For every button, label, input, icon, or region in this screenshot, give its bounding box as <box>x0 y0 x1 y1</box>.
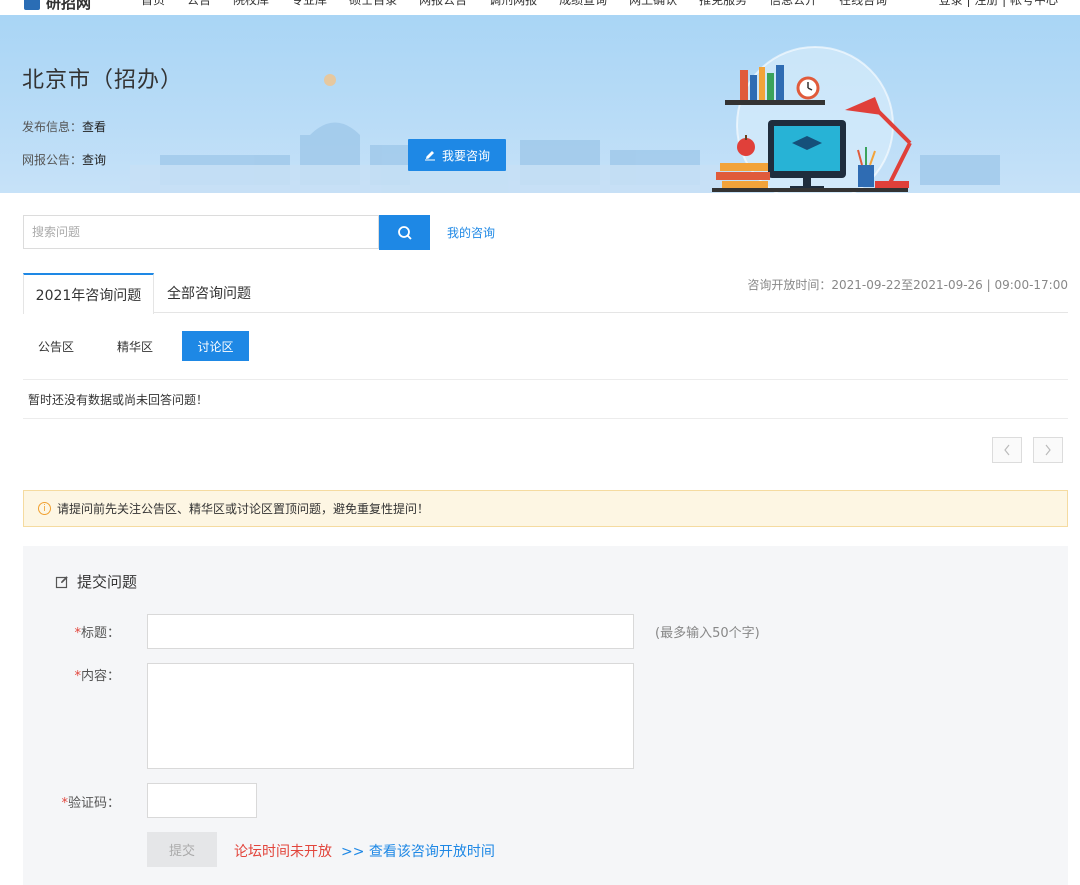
net-notice: 网报公告：查询 <box>22 151 106 168</box>
chevron-right-icon <box>1045 444 1051 456</box>
title-hint: (最多输入50个字) <box>655 626 760 641</box>
publish-info-link[interactable]: 查看 <box>82 120 106 134</box>
subtab-featured[interactable]: 精华区 <box>102 331 168 361</box>
page-title: 北京市（招办） <box>22 68 184 93</box>
next-page-button[interactable] <box>1033 437 1063 463</box>
search-input[interactable] <box>23 215 379 249</box>
nav-item[interactable]: 调剂网报 <box>478 0 548 8</box>
view-open-time-link[interactable]: >> 查看该咨询开放时间 <box>341 841 495 861</box>
nav-item[interactable]: 网报公告 <box>408 0 478 8</box>
content-label: *内容： <box>20 665 120 684</box>
consult-button-label: 我要咨询 <box>441 148 490 163</box>
nav-menu: 首页 公告 院校库 专业库 硕士目录 网报公告 调剂网报 成绩查询 网上确认 推… <box>130 0 898 8</box>
tab-all-questions[interactable]: 全部咨询问题 <box>154 273 264 313</box>
banner: 北京市（招办） 发布信息：查看 网报公告：查询 我要咨询 <box>0 15 1080 193</box>
nav-item[interactable]: 在线咨询 <box>828 0 898 8</box>
nav-item[interactable]: 硕士目录 <box>338 0 408 8</box>
subtab-discussion[interactable]: 讨论区 <box>182 331 249 361</box>
consult-button[interactable]: 我要咨询 <box>408 139 506 171</box>
edit-square-icon <box>55 575 68 588</box>
forum-closed-message: 论坛时间未开放 <box>234 844 332 860</box>
pencil-icon <box>424 151 435 161</box>
chevron-left-icon <box>1004 444 1010 456</box>
net-notice-link[interactable]: 查询 <box>82 153 106 167</box>
nav-item[interactable]: 推免服务 <box>688 0 758 8</box>
top-nav: 研招网 首页 公告 院校库 专业库 硕士目录 网报公告 调剂网报 成绩查询 网上… <box>0 0 1080 15</box>
banner-illustration <box>130 46 1000 193</box>
captcha-label-text: 验证码： <box>67 796 120 811</box>
empty-message: 暂时还没有数据或尚未回答问题！ <box>28 393 209 407</box>
search-icon <box>397 225 412 240</box>
captcha-field[interactable] <box>147 783 257 818</box>
info-circle-icon: i <box>38 502 51 515</box>
nav-item[interactable]: 院校库 <box>222 0 280 8</box>
title-label: *标题： <box>20 622 120 641</box>
notice-bar: i 请提问前先关注公告区、精华区或讨论区置顶问题，避免重复性提问！ <box>23 490 1068 527</box>
my-consult-link[interactable]: 我的咨询 <box>447 224 495 241</box>
prev-page-button[interactable] <box>992 437 1022 463</box>
submit-button[interactable]: 提交 <box>147 832 217 867</box>
publish-info-label: 发布信息： <box>22 120 83 134</box>
publish-info: 发布信息：查看 <box>22 118 106 135</box>
title-label-text: 标题： <box>80 626 120 641</box>
content-label-text: 内容： <box>80 669 120 684</box>
content-field[interactable] <box>147 663 634 769</box>
title-field[interactable] <box>147 614 634 649</box>
arrow-text: >> <box>341 844 365 860</box>
nav-item[interactable]: 公告 <box>176 0 222 8</box>
notice-text: 请提问前先关注公告区、精华区或讨论区置顶问题，避免重复性提问！ <box>57 502 430 516</box>
tab-2021-questions[interactable]: 2021年咨询问题 <box>23 273 154 314</box>
captcha-label: *验证码： <box>20 792 120 811</box>
form-title: 提交问题 <box>55 571 137 592</box>
open-time-text: 咨询开放时间：2021-09-22至2021-09-26 | 09:00-17:… <box>747 278 1068 292</box>
nav-item[interactable]: 信息公开 <box>758 0 828 8</box>
account-links[interactable]: 登录 | 注册 | 帐号中心 <box>939 0 1058 8</box>
search-button[interactable] <box>379 215 430 250</box>
subtab-announcements[interactable]: 公告区 <box>23 331 89 361</box>
nav-item[interactable]: 首页 <box>130 0 176 8</box>
view-open-time-text: 查看该咨询开放时间 <box>368 844 495 860</box>
divider <box>23 379 1068 380</box>
nav-item[interactable]: 成绩查询 <box>548 0 618 8</box>
divider <box>23 418 1068 419</box>
net-notice-label: 网报公告： <box>22 153 83 167</box>
nav-item[interactable]: 网上确认 <box>618 0 688 8</box>
nav-item[interactable]: 专业库 <box>280 0 338 8</box>
form-title-text: 提交问题 <box>77 573 138 591</box>
logo-icon <box>24 0 40 10</box>
site-logo[interactable]: 研招网 <box>24 0 91 13</box>
